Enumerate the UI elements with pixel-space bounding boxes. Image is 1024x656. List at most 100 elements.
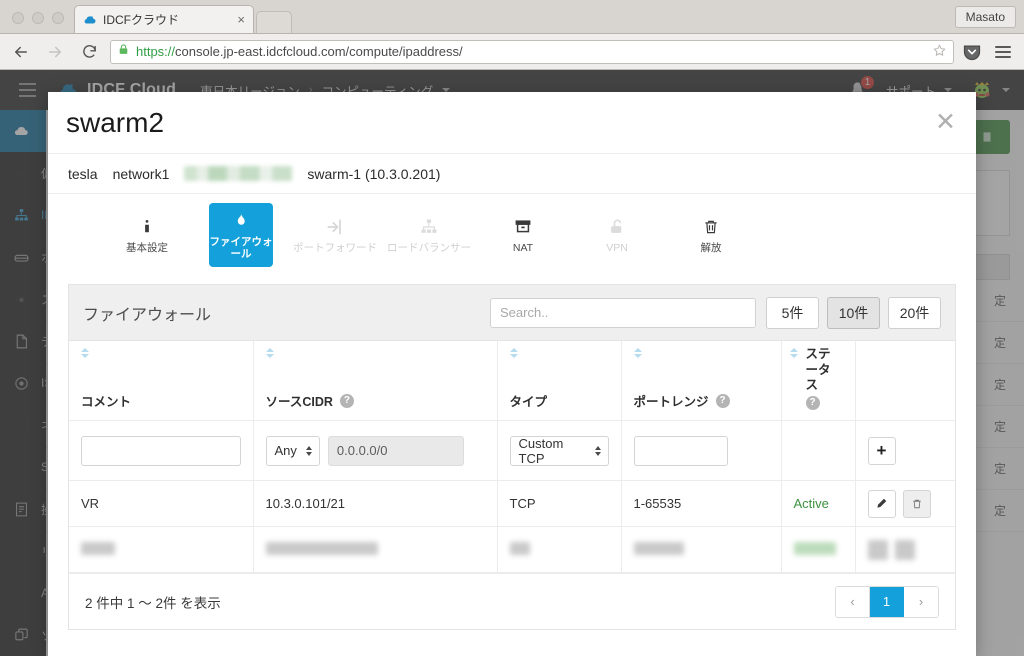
firewall-panel-header: ファイアウォール 5件 10件 20件	[69, 285, 955, 341]
help-icon[interactable]: ?	[805, 396, 820, 411]
minimize-window-button[interactable]	[32, 12, 44, 24]
help-icon[interactable]: ?	[339, 393, 354, 408]
status-badge: Active	[781, 480, 856, 528]
tab-label: ポートフォワード	[293, 242, 377, 255]
pagination-next-button[interactable]: ›	[904, 586, 938, 617]
search-input[interactable]	[490, 297, 756, 328]
stepper-icon	[594, 445, 601, 456]
column-label: タイプ	[509, 395, 548, 410]
url-bar[interactable]: https://console.jp-east.idcfcloud.com/co…	[110, 39, 954, 64]
tab-basic-settings[interactable]: 基本設定	[100, 208, 194, 261]
browser-tab[interactable]: IDCFクラウド ×	[74, 5, 254, 33]
breadcrumb-network: network1	[112, 165, 170, 182]
column-header-status[interactable]: ステータス ?	[781, 341, 856, 422]
pagination-prev-button[interactable]: ‹	[836, 586, 870, 617]
new-rule-port-cell	[621, 420, 782, 482]
forward-arrow-icon[interactable]	[42, 39, 68, 65]
protocol-type-select[interactable]: Custom TCP	[509, 435, 609, 466]
column-header-comment[interactable]: コメント	[69, 341, 254, 422]
tab-label: ファイアウォール	[209, 235, 273, 260]
status-badge-redacted	[781, 526, 856, 574]
column-header-source-cidr[interactable]: ソースCIDR?	[253, 341, 498, 422]
rule-comment-redacted	[69, 526, 254, 574]
sort-icon[interactable]	[509, 348, 518, 358]
firewall-panel-title: ファイアウォール	[83, 306, 212, 324]
new-rule-row: Any Custom TCP	[69, 420, 955, 482]
column-label: ステータス	[805, 347, 831, 393]
column-header-actions	[855, 341, 955, 422]
application-window: IDCF Cloud 東日本リージョン › コンピューティング 1 サポート	[0, 70, 1024, 656]
table-row: VR 10.3.0.101/21 TCP 1-65535 Active	[69, 480, 955, 528]
status-text: Active	[793, 496, 829, 512]
new-rule-cidr-cell: Any	[253, 420, 498, 482]
rule-cidr-redacted	[253, 526, 498, 574]
reload-icon[interactable]	[76, 39, 102, 65]
back-arrow-icon[interactable]	[8, 39, 34, 65]
table-row	[69, 526, 955, 574]
close-icon[interactable]: ✕	[935, 110, 956, 135]
new-rule-type-cell: Custom TCP	[497, 420, 622, 482]
new-tab-button[interactable]	[256, 11, 292, 33]
lock-icon	[117, 42, 130, 62]
pagination-page-1-button[interactable]: 1	[870, 586, 904, 617]
tab-vpn: VPN	[570, 208, 664, 261]
record-count-text: 2 件中 1 〜 2件 を表示	[85, 595, 221, 611]
rule-cidr: 10.3.0.101/21	[253, 480, 498, 528]
column-header-port-range[interactable]: ポートレンジ?	[621, 341, 782, 422]
star-icon[interactable]	[932, 43, 947, 61]
help-icon[interactable]: ?	[715, 393, 730, 408]
new-rule-action-cell: +	[855, 420, 955, 482]
protocol-type-value: Custom TCP	[518, 435, 564, 466]
close-icon[interactable]: ×	[237, 13, 245, 26]
rule-actions	[855, 480, 955, 528]
column-header-type[interactable]: タイプ	[497, 341, 622, 422]
cidr-value-input[interactable]	[327, 435, 464, 466]
port-range-input[interactable]	[633, 435, 728, 466]
nat-box-icon	[513, 215, 533, 237]
load-balancer-icon	[419, 215, 439, 237]
cidr-type-select[interactable]: Any	[265, 435, 320, 466]
page-size-20-button[interactable]: 20件	[888, 296, 941, 329]
firewall-rules-table: コメント ソースCIDR? タイプ ポートレンジ? ステータス ? Any 0.…	[69, 341, 955, 574]
stepper-icon	[305, 445, 312, 456]
close-window-button[interactable]	[12, 12, 24, 24]
page-size-5-button[interactable]: 5件	[766, 296, 819, 329]
browser-tab-title: IDCFクラウド	[103, 13, 179, 27]
tab-firewall[interactable]: ファイアウォール	[209, 203, 273, 267]
ipaddress-detail-modal: swarm2 ✕ tesla network1 swarm-1 (10.3.0.…	[48, 92, 976, 656]
url-scheme: https://	[136, 44, 176, 59]
edit-rule-button[interactable]	[867, 489, 896, 518]
rule-type: TCP	[497, 480, 622, 528]
port-forward-icon	[325, 215, 345, 237]
table-footer: 2 件中 1 〜 2件 を表示 ‹ 1 ›	[69, 573, 955, 630]
tab-label: VPN	[606, 242, 628, 255]
page-size-10-button[interactable]: 10件	[827, 296, 880, 329]
info-icon	[138, 215, 156, 237]
column-label: コメント	[81, 395, 132, 410]
tab-release[interactable]: 解放	[664, 208, 758, 261]
rule-comment: VR	[69, 480, 254, 528]
column-label: ポートレンジ	[633, 395, 709, 410]
comment-input[interactable]	[81, 435, 241, 466]
breadcrumb-instance: swarm-1 (10.3.0.201)	[307, 165, 441, 182]
delete-rule-button[interactable]	[902, 489, 931, 518]
add-rule-button[interactable]: +	[867, 436, 896, 465]
sort-icon[interactable]	[81, 348, 89, 358]
tab-port-forward: ポートフォワード	[288, 208, 382, 261]
tab-nat[interactable]: NAT	[476, 208, 570, 261]
pocket-icon[interactable]	[962, 42, 982, 62]
new-rule-comment-cell	[69, 420, 254, 482]
browser-chrome: IDCFクラウド × Masato https://console.jp-eas…	[0, 0, 1024, 70]
page-size-button-group: 5件 10件 20件	[766, 296, 941, 329]
tab-label: 基本設定	[126, 242, 168, 255]
rule-actions-redacted	[855, 526, 955, 574]
sort-icon[interactable]	[789, 348, 798, 358]
hamburger-menu-icon[interactable]	[990, 39, 1016, 65]
maximize-window-button[interactable]	[52, 12, 64, 24]
pagination: ‹ 1 ›	[835, 585, 939, 618]
sort-icon[interactable]	[633, 348, 642, 358]
cidr-type-value: Any	[274, 443, 297, 459]
table-header-row: コメント ソースCIDR? タイプ ポートレンジ? ステータス ?	[69, 341, 955, 422]
sort-icon[interactable]	[265, 348, 274, 358]
browser-profile-button[interactable]: Masato	[954, 6, 1016, 28]
